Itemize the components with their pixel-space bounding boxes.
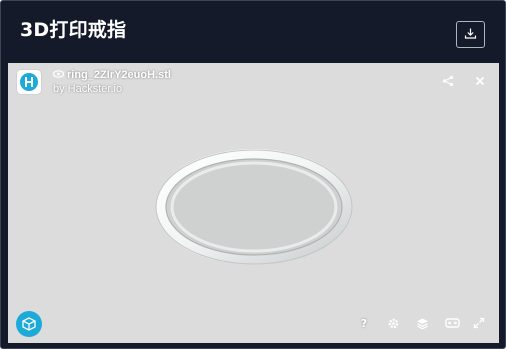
close-icon[interactable] <box>473 73 487 87</box>
hackster-logo[interactable] <box>17 70 41 94</box>
fullscreen-icon[interactable] <box>471 315 487 331</box>
header-bar: 3D打印戒指 <box>1 1 505 59</box>
author-byline[interactable]: by Hackster.io <box>53 83 122 96</box>
vr-headset-icon[interactable] <box>444 315 460 331</box>
layers-icon[interactable] <box>414 315 430 331</box>
cube-logo-icon[interactable] <box>16 311 42 337</box>
download-button[interactable] <box>456 21 485 48</box>
download-icon <box>464 25 477 44</box>
help-icon[interactable]: ? <box>356 315 372 331</box>
model-viewer[interactable]: ring_2ZIrY2euoH.stl by Hackster.io ? <box>8 63 499 343</box>
model-title[interactable]: ring_2ZIrY2euoH.stl <box>52 69 171 82</box>
page-title: 3D打印戒指 <box>20 19 127 41</box>
ring-model[interactable] <box>8 63 499 343</box>
share-icon[interactable] <box>441 73 455 87</box>
eye-icon <box>52 69 65 82</box>
gear-icon[interactable] <box>385 315 401 331</box>
model-name-text: ring_2ZIrY2euoH.stl <box>67 69 171 81</box>
embed-card: 3D打印戒指 ring_2ZIrY2euoH.stl by Hackster.i… <box>0 0 506 349</box>
